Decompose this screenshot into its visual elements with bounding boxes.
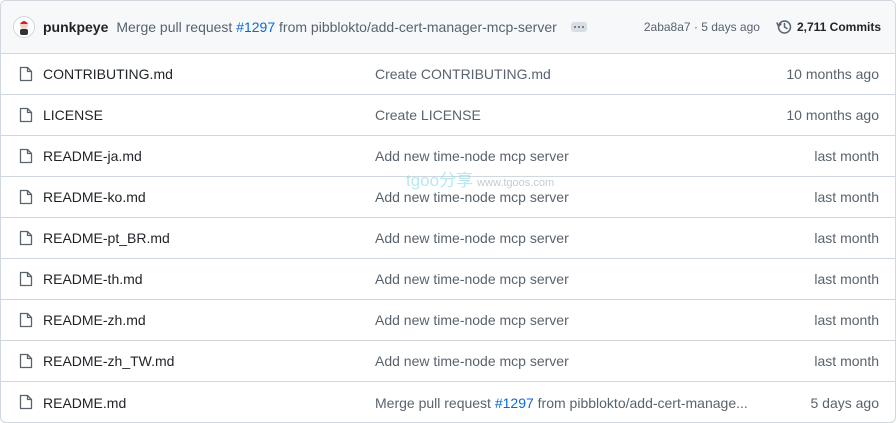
- file-commit-age: last month: [814, 148, 879, 164]
- file-commit-message-text: Create CONTRIBUTING.md: [375, 66, 551, 82]
- file-commit-age: last month: [814, 271, 879, 287]
- file-row[interactable]: README-ko.md Add new time-node mcp server…: [1, 177, 895, 218]
- file-icon: [19, 148, 33, 167]
- file-commit-message-text: Add new time-node mcp server: [375, 353, 569, 369]
- file-row[interactable]: README-pt_BR.md Add new time-node mcp ser…: [1, 218, 895, 259]
- file-commit-age: 10 months ago: [786, 107, 879, 123]
- file-commit-pr-link[interactable]: #1297: [495, 395, 534, 411]
- commit-message-prefix: Merge pull request: [116, 19, 237, 35]
- file-name[interactable]: README-th.md: [43, 271, 143, 287]
- file-commit-message[interactable]: Add new time-node mcp server: [375, 189, 760, 205]
- file-commit-message[interactable]: Add new time-node mcp server: [375, 271, 760, 287]
- file-icon: [19, 66, 33, 85]
- commit-count: 2,711 Commits: [796, 20, 881, 34]
- commit-message-suffix: from pibblokto/add-cert-manager-mcp-serv…: [275, 19, 557, 35]
- file-row[interactable]: CONTRIBUTING.md Create CONTRIBUTING.md 10 …: [1, 54, 895, 95]
- file-commit-message-text: Add new time-node mcp server: [375, 148, 569, 164]
- file-commit-age: last month: [814, 353, 879, 369]
- file-commit-message[interactable]: Add new time-node mcp server: [375, 230, 760, 246]
- file-name[interactable]: LICENSE: [43, 107, 103, 123]
- history-icon: [776, 20, 792, 34]
- file-name[interactable]: README-ja.md: [43, 148, 142, 164]
- file-name[interactable]: README-pt_BR.md: [43, 230, 170, 246]
- author-avatar[interactable]: [13, 16, 35, 38]
- file-name[interactable]: README-zh.md: [43, 312, 146, 328]
- file-commit-message[interactable]: Merge pull request #1297 from pibblokto/…: [375, 395, 760, 411]
- file-commit-message-text: Create LICENSE: [375, 107, 481, 123]
- ellipsis-icon[interactable]: [570, 22, 587, 32]
- file-name[interactable]: CONTRIBUTING.md: [43, 66, 173, 82]
- file-commit-message-text: Add new time-node mcp server: [375, 312, 569, 328]
- file-row[interactable]: README-zh_TW.md Add new time-node mcp ser…: [1, 341, 895, 382]
- file-row[interactable]: README-ja.md Add new time-node mcp server…: [1, 136, 895, 177]
- file-commit-age: 5 days ago: [810, 394, 880, 411]
- commit-separator: ·: [690, 20, 702, 34]
- file-icon: [19, 312, 33, 331]
- file-row[interactable]: LICENSE Create LICENSE 10 months ago: [1, 95, 895, 136]
- commit-sha-value: 2aba8a7: [643, 20, 691, 34]
- file-row[interactable]: README.md Merge pull request #1297 from p…: [1, 382, 895, 422]
- commits-link[interactable]: 2,711 Commits: [776, 19, 881, 35]
- commit-pr-link[interactable]: #1297: [236, 19, 275, 35]
- file-commit-message[interactable]: Create CONTRIBUTING.md: [375, 66, 760, 82]
- file-icon: [19, 353, 33, 372]
- file-commit-message-prefix: Merge pull request: [375, 394, 495, 411]
- file-list-box: punkpeye Merge pull request #1297 from p…: [0, 0, 896, 423]
- commit-message[interactable]: Merge pull request #1297 from pibblokto/…: [116, 19, 556, 35]
- file-row[interactable]: README-zh.md Add new time-node mcp server…: [1, 300, 895, 341]
- file-icon: [19, 271, 33, 290]
- file-name[interactable]: README-zh_TW.md: [43, 353, 174, 369]
- file-commit-message-text: Add new time-node mcp server: [375, 189, 569, 205]
- file-commit-message-suffix: from pibblokto/add-cert-manage...: [533, 394, 748, 411]
- file-name[interactable]: README-ko.md: [43, 189, 146, 205]
- file-commit-age: last month: [814, 189, 879, 205]
- file-commit-age: last month: [814, 312, 879, 328]
- latest-commit-bar: punkpeye Merge pull request #1297 from p…: [1, 1, 895, 54]
- file-commit-message[interactable]: Add new time-node mcp server: [375, 148, 760, 164]
- file-icon: [19, 189, 33, 208]
- file-commit-message[interactable]: Add new time-node mcp server: [375, 312, 760, 328]
- file-commit-message[interactable]: Add new time-node mcp server: [375, 353, 760, 369]
- commit-sha[interactable]: 2aba8a7 · 5 days ago: [644, 20, 760, 34]
- file-icon: [19, 230, 33, 249]
- file-commit-age: 10 months ago: [786, 66, 879, 82]
- commit-age: 5 days ago: [701, 20, 760, 34]
- file-icon: [19, 394, 33, 413]
- file-commit-message-text: Add new time-node mcp server: [375, 230, 569, 246]
- file-row[interactable]: README-th.md Add new time-node mcp server…: [1, 259, 895, 300]
- avatar-icon: [20, 21, 28, 35]
- file-commit-age: last month: [814, 230, 879, 246]
- file-rows: CONTRIBUTING.md Create CONTRIBUTING.md 10 …: [1, 54, 895, 422]
- file-commit-message-text: Add new time-node mcp server: [375, 271, 569, 287]
- file-icon: [19, 107, 33, 126]
- file-name[interactable]: README.md: [43, 395, 126, 411]
- file-commit-message[interactable]: Create LICENSE: [375, 107, 760, 123]
- commit-author[interactable]: punkpeye: [43, 19, 108, 35]
